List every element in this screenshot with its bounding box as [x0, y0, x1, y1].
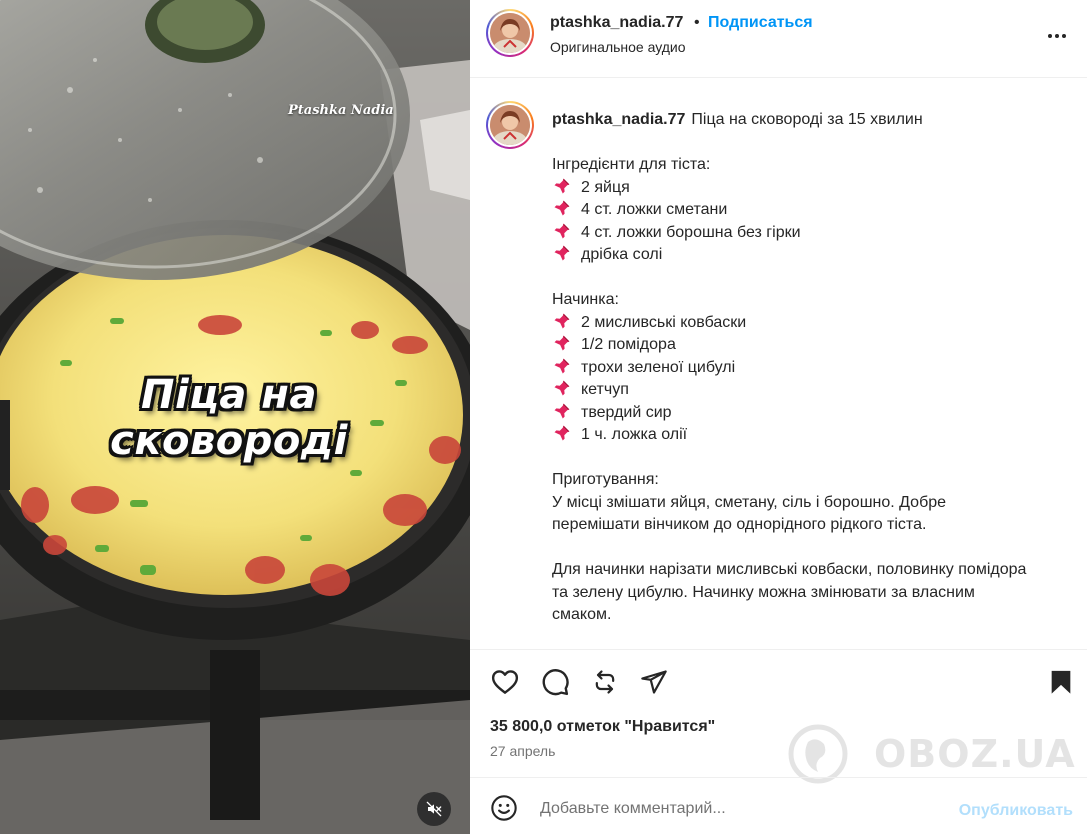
prep-text-line: перемішати вінчиком до однорідного рідко…: [552, 516, 927, 533]
dough-ingredient-item: 4 ст. ложки борошна без гірки: [581, 223, 801, 241]
comment-form: Опубликовать: [470, 778, 1087, 834]
action-bar: [470, 660, 1087, 704]
prep-text-line: та зелену цибулю. Начинку можна змінюват…: [552, 583, 975, 601]
list-item: кетчуп: [552, 379, 1082, 402]
save-button[interactable]: [1045, 666, 1077, 698]
list-item: 1/2 помідора: [552, 334, 1082, 357]
pushpin-icon: [554, 335, 570, 351]
filling-ingredient-item: 1 ч. ложка олії: [581, 426, 688, 443]
caption-text: ptashka_nadia.77 Піца на сковороді за 15 …: [552, 109, 1082, 627]
list-item: 4 ст. ложки борошна без гірки: [552, 222, 1082, 245]
post-header: ptashka_nadia.77 • Подписаться Оригиналь…: [470, 0, 1087, 78]
pushpin-icon: [554, 380, 570, 396]
prep-text-line: Для начинки нарізати мисливські ковбаски…: [552, 561, 1027, 578]
pushpin-icon: [554, 245, 570, 261]
publish-button[interactable]: Опубликовать: [959, 802, 1073, 820]
follow-button[interactable]: Подписаться: [708, 14, 813, 32]
separator-dot: •: [694, 14, 700, 31]
share-button[interactable]: [638, 666, 670, 698]
pushpin-icon: [554, 178, 570, 193]
list-item: трохи зеленої цибулі: [552, 357, 1082, 380]
post-media[interactable]: Ptashka Nadia Піца на сковороді: [0, 0, 470, 834]
caption: ptashka_nadia.77 Піца на сковороді за 15 …: [470, 79, 1087, 649]
prep-heading: Приготування:: [552, 471, 659, 488]
like-button[interactable]: [489, 666, 521, 698]
post-date[interactable]: 27 апрель: [490, 743, 555, 759]
repost-icon: [595, 670, 615, 694]
mute-button[interactable]: [417, 792, 451, 826]
caption-username[interactable]: ptashka_nadia.77: [552, 111, 685, 128]
comment-icon: [542, 669, 569, 696]
pushpin-icon: [554, 223, 570, 238]
dough-heading: Інгредієнти для тіста:: [552, 156, 711, 173]
avatar[interactable]: [486, 9, 534, 57]
pushpin-icon: [554, 313, 570, 328]
dough-ingredient-item: 2 яйця: [581, 178, 630, 196]
caption-title: Піца на сковороді за 15 хвилин: [691, 111, 923, 128]
dough-ingredient-item: 4 ст. ложки сметани: [581, 201, 728, 218]
list-item: 4 ст. ложки сметани: [552, 199, 1082, 222]
comment-button[interactable]: [539, 666, 571, 698]
caption-avatar[interactable]: [486, 101, 534, 149]
pushpin-icon: [554, 403, 570, 418]
audio-label[interactable]: Оригинальное аудио: [550, 39, 686, 55]
list-item: 1 ч. ложка олії: [552, 424, 1082, 447]
site-watermark-text: OBOZ.UA: [874, 732, 1076, 776]
pushpin-icon: [554, 358, 570, 373]
likes-count[interactable]: 35 800,0 отметок "Нравится": [490, 718, 715, 736]
pushpin-icon: [554, 200, 570, 216]
comment-input[interactable]: [540, 800, 950, 818]
dough-list: 2 яйця 4 ст. ложки сметани 4 ст. ложки бор…: [552, 177, 1082, 267]
header-username[interactable]: ptashka_nadia.77: [550, 14, 683, 32]
list-item: дрібка солі: [552, 244, 1082, 267]
pushpin-icon: [554, 425, 570, 441]
emoji-icon[interactable]: [490, 794, 518, 822]
filling-list: 2 мисливські ковбаски 1/2 помідора трохи з…: [552, 312, 1082, 447]
share-icon: [641, 670, 667, 694]
heart-icon: [491, 670, 519, 694]
globe-icon: [788, 724, 848, 784]
avatar-photo: [490, 13, 530, 53]
list-item: 2 яйця: [552, 177, 1082, 200]
filling-ingredient-item: 1/2 помідора: [581, 336, 676, 353]
list-item: 2 мисливські ковбаски: [552, 312, 1082, 335]
post-panel: ptashka_nadia.77 • Подписаться Оригиналь…: [470, 0, 1087, 834]
prep-text-line: У місці змішати яйця, сметану, сіль і бо…: [552, 493, 947, 511]
overlay-title-line2: сковороді: [110, 418, 348, 464]
filling-ingredient-item: трохи зеленої цибулі: [581, 358, 736, 376]
bookmark-icon: [1051, 670, 1071, 694]
prep-text-line: смаком.: [552, 606, 612, 623]
list-item: твердий сир: [552, 402, 1082, 425]
overlay-title-line1: Піца на: [141, 372, 317, 418]
site-watermark: OBOZ.UA: [782, 724, 1078, 784]
filling-heading: Начинка:: [552, 291, 619, 308]
filling-ingredient-item: кетчуп: [581, 381, 629, 398]
more-options-icon[interactable]: [1043, 24, 1071, 48]
avatar-photo: [490, 105, 530, 145]
filling-ingredient-item: 2 мисливські ковбаски: [581, 313, 747, 331]
repost-button[interactable]: [589, 666, 621, 698]
speaker-muted-icon: [426, 801, 442, 817]
filling-ingredient-item: твердий сир: [581, 403, 672, 421]
video-watermark: Ptashka Nadia: [288, 103, 394, 118]
dough-ingredient-item: дрібка солі: [581, 246, 663, 263]
divider: [470, 649, 1087, 650]
